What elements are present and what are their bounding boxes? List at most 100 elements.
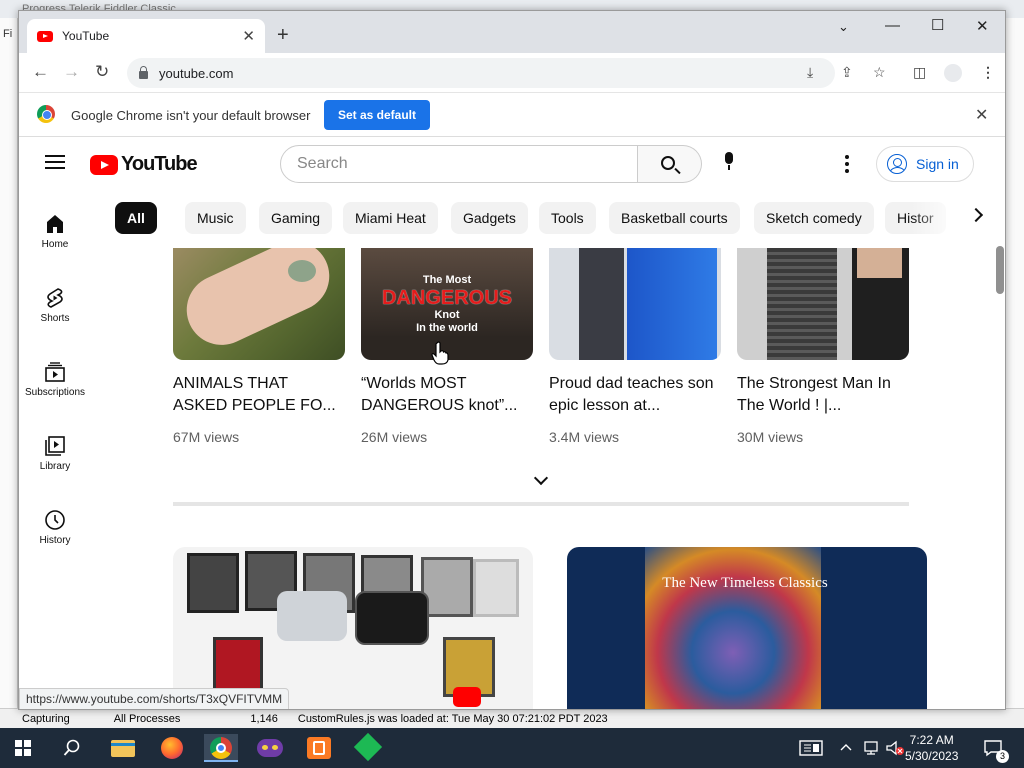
firefox-icon[interactable] — [155, 734, 189, 762]
guide-menu-icon[interactable] — [45, 155, 65, 169]
chip-all[interactable]: All — [115, 202, 157, 234]
back-button[interactable]: ← — [32, 62, 49, 82]
sidebar-item-subscriptions[interactable]: Subscriptions — [19, 360, 91, 398]
page-scrollbar[interactable] — [994, 246, 1005, 709]
chip-basketball-courts[interactable]: Basketball courts — [609, 202, 740, 234]
reload-button[interactable]: ↻ — [95, 62, 109, 82]
chip-miami-heat[interactable]: Miami Heat — [343, 202, 438, 234]
short-views: 30M views — [737, 429, 804, 445]
infobar-close-icon[interactable]: ✕ — [975, 105, 988, 125]
chrome-logo-icon — [37, 105, 55, 123]
address-bar[interactable]: youtube.com — [127, 58, 835, 88]
link-status-url: https://www.youtube.com/shorts/T3xQVFITV… — [19, 688, 290, 709]
volume-muted-icon[interactable] — [885, 740, 905, 756]
side-panel-icon[interactable]: ◫ — [913, 64, 926, 81]
tab-youtube[interactable]: YouTube ✕ — [27, 19, 265, 53]
search-icon — [661, 156, 675, 170]
profile-avatar-icon[interactable] — [944, 64, 962, 82]
short-views: 67M views — [173, 429, 240, 445]
sidebar-item-home[interactable]: Home — [19, 212, 91, 250]
youtube-play-icon — [90, 154, 118, 175]
taskbar-clock[interactable]: 7:22 AM 5/30/2023 — [905, 732, 958, 764]
library-icon — [45, 436, 65, 456]
search-input[interactable]: Search — [280, 145, 638, 183]
lock-icon[interactable] — [139, 65, 148, 79]
shorts-shelf: ANIMALS THAT ASKED PEOPLE FO... 67M view… — [91, 246, 1005, 709]
home-icon — [47, 215, 63, 233]
short-title[interactable]: The Strongest Man In The World ! |... — [737, 373, 909, 417]
new-tab-button[interactable]: + — [277, 25, 289, 45]
sidebar-item-shorts[interactable]: Shorts — [19, 286, 91, 324]
short-title[interactable]: “Worlds MOST DANGEROUS knot”... — [361, 373, 533, 417]
process-filter[interactable]: All Processes — [114, 713, 181, 725]
short-title[interactable]: Proud dad teaches son epic lesson at... — [549, 373, 721, 417]
masked-app-icon[interactable] — [253, 734, 287, 762]
video-thumbnail[interactable]: The New Timeless Classics — [567, 547, 927, 709]
short-thumbnail[interactable] — [173, 248, 345, 360]
chip-music[interactable]: Music — [185, 202, 246, 234]
hand-cursor-icon — [431, 341, 449, 365]
search-placeholder: Search — [297, 155, 348, 172]
sidebar-item-label: Home — [41, 239, 69, 250]
account-icon — [887, 154, 907, 174]
clock-time: 7:22 AM — [909, 733, 954, 747]
windows-start-icon[interactable] — [15, 740, 31, 756]
scrollbar-thumb[interactable] — [996, 246, 1004, 294]
video-thumbnail-text: The New Timeless Classics — [662, 575, 828, 591]
section-divider — [173, 502, 909, 506]
chevron-up-icon[interactable] — [840, 742, 852, 752]
youtube-header: YouTube Search Sign in — [19, 138, 1005, 190]
tab-strip: YouTube ✕ + ⌄ — ☐ ✕ — [19, 11, 1005, 53]
voice-search-icon[interactable] — [724, 152, 734, 170]
chip-gaming[interactable]: Gaming — [259, 202, 333, 234]
chip-scroll-fade — [911, 190, 1005, 246]
set-as-default-button[interactable]: Set as default — [324, 100, 430, 130]
short-views: 26M views — [361, 429, 428, 445]
xampp-icon[interactable] — [302, 734, 336, 762]
forward-button[interactable]: → — [63, 62, 80, 82]
category-chip-bar: All Music Gaming Miami Heat Gadgets Tool… — [91, 190, 1005, 246]
maximize-button[interactable]: ☐ — [931, 16, 944, 34]
search-button[interactable] — [638, 145, 702, 183]
sidebar-item-label: Library — [39, 461, 71, 472]
network-icon[interactable] — [863, 740, 881, 756]
close-window-button[interactable]: ✕ — [976, 17, 989, 35]
sidebar-item-library[interactable]: Library — [19, 434, 91, 472]
settings-menu-icon[interactable] — [845, 155, 849, 176]
youtube-logo[interactable]: YouTube — [90, 153, 198, 176]
infobar-message: Google Chrome isn't your default browser — [71, 108, 311, 123]
chrome-menu-icon[interactable]: ⋮ — [981, 64, 995, 81]
youtube-favicon-icon — [37, 30, 53, 42]
background-session-list[interactable]: Fi — [0, 18, 18, 708]
short-thumbnail[interactable] — [737, 248, 909, 360]
short-thumbnail[interactable] — [549, 248, 721, 360]
short-title[interactable]: ANIMALS THAT ASKED PEOPLE FO... — [173, 373, 345, 417]
youtube-sidebar: Home Shorts Subscriptions Library Histor… — [19, 190, 91, 709]
tab-close-icon[interactable]: ✕ — [242, 27, 255, 45]
minimize-button[interactable]: — — [885, 17, 900, 34]
subscriptions-icon — [45, 362, 65, 382]
install-app-icon[interactable]: ⤓ — [807, 64, 813, 81]
sidebar-item-history[interactable]: History — [19, 508, 91, 546]
share-icon[interactable]: ⇪ — [841, 64, 853, 81]
sign-in-button[interactable]: Sign in — [876, 146, 974, 182]
address-url[interactable]: youtube.com — [159, 66, 233, 81]
shorts-icon — [47, 288, 63, 308]
file-explorer-icon[interactable] — [106, 734, 140, 762]
video-thumbnail[interactable] — [173, 547, 533, 709]
chrome-taskbar-icon[interactable] — [204, 734, 238, 762]
chip-sketch-comedy[interactable]: Sketch comedy — [754, 202, 874, 234]
bookmark-star-icon[interactable]: ☆ — [873, 64, 886, 81]
youtube-wordmark: YouTube — [121, 153, 198, 175]
news-widget-icon[interactable] — [799, 740, 823, 756]
show-more-chevron-down-icon[interactable] — [533, 470, 549, 486]
taskbar-search-icon[interactable] — [63, 739, 81, 757]
sidebar-item-label: History — [39, 535, 71, 546]
fiddler-icon[interactable] — [351, 732, 385, 762]
clock-date: 5/30/2023 — [905, 749, 959, 763]
chip-tools[interactable]: Tools — [539, 202, 596, 234]
chip-gadgets[interactable]: Gadgets — [451, 202, 528, 234]
capturing-status[interactable]: Capturing — [22, 713, 70, 725]
sidebar-item-label: Subscriptions — [24, 387, 86, 398]
tab-search-icon[interactable]: ⌄ — [838, 19, 849, 35]
